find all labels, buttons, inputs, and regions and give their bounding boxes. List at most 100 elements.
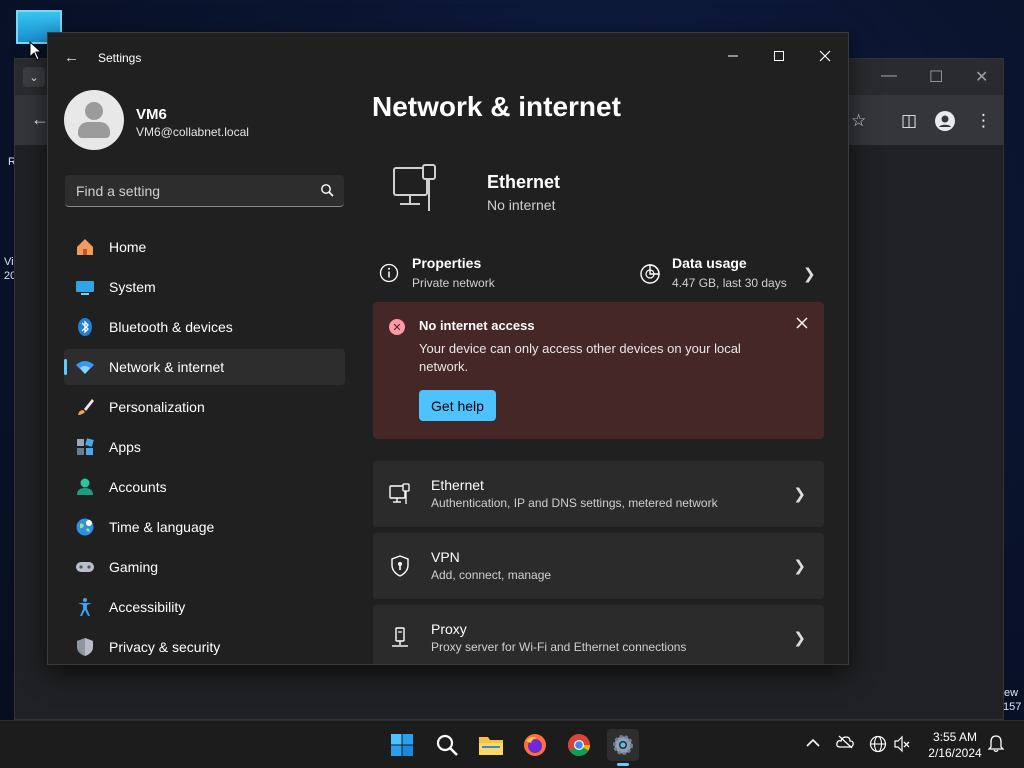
- info-icon: [379, 263, 399, 283]
- sidebar-item-accessibility[interactable]: Accessibility: [64, 589, 345, 625]
- page-title: Network & internet: [372, 91, 621, 122]
- ethernet-settings-card[interactable]: Ethernet Authentication, IP and DNS sett…: [373, 461, 824, 527]
- network-globe-icon[interactable]: [869, 735, 887, 756]
- system-icon: [75, 277, 95, 297]
- chevron-right-icon: ❯: [793, 486, 806, 503]
- accessibility-icon: [75, 597, 95, 617]
- avatar[interactable]: [64, 90, 124, 150]
- star-icon[interactable]: ☆: [851, 111, 866, 131]
- sidebar-item-label: System: [109, 279, 156, 295]
- search-icon: [321, 184, 334, 197]
- window-title: Settings: [98, 51, 142, 65]
- folder-icon: [479, 737, 503, 755]
- maximize-button[interactable]: [756, 41, 802, 71]
- sidebar-item-label: Bluetooth & devices: [109, 319, 233, 335]
- search-icon: [436, 734, 458, 756]
- clock-date: 2/16/2024: [928, 746, 982, 760]
- ethernet-icon: [389, 483, 410, 504]
- data-usage-link[interactable]: Data usage 4.47 GB, last 30 days ❯: [639, 255, 819, 295]
- chevron-right-icon: ❯: [803, 266, 816, 283]
- mouse-cursor-icon: [29, 41, 43, 61]
- minimize-button[interactable]: [710, 41, 756, 71]
- minimize-icon[interactable]: —: [881, 67, 897, 85]
- gear-icon: [613, 735, 633, 755]
- card-title: VPN: [431, 549, 460, 565]
- firefox-icon: [524, 734, 546, 756]
- sidebar-item-personalization[interactable]: Personalization: [64, 389, 345, 425]
- home-icon: [75, 237, 95, 257]
- card-title: Ethernet: [431, 477, 484, 493]
- close-button[interactable]: [802, 41, 848, 71]
- chrome-button[interactable]: [563, 729, 595, 761]
- vpn-shield-icon: [391, 555, 409, 577]
- firefox-button[interactable]: [519, 729, 551, 761]
- apps-icon: [75, 437, 95, 457]
- proxy-settings-card[interactable]: Proxy Proxy server for Wi-Fi and Etherne…: [373, 605, 824, 664]
- sidebar-item-label: Privacy & security: [109, 639, 221, 655]
- accounts-icon: [75, 477, 95, 497]
- brush-icon: [75, 397, 95, 417]
- taskbar: 3:55 AM 2/16/2024: [0, 720, 1024, 768]
- sidebar-item-label: Apps: [109, 439, 141, 455]
- profile-name: VM6: [136, 106, 167, 123]
- card-title: Proxy: [431, 621, 467, 637]
- sidebar-item-gaming[interactable]: Gaming: [64, 549, 345, 585]
- sidebar-item-label: Accounts: [109, 479, 167, 495]
- card-subtitle: Proxy server for Wi-Fi and Ethernet conn…: [431, 640, 687, 654]
- card-subtitle: Add, connect, manage: [431, 568, 552, 582]
- search-button[interactable]: [431, 729, 463, 761]
- proxy-icon: [392, 627, 408, 647]
- gamepad-icon: [75, 557, 95, 577]
- chrome-icon: [568, 734, 590, 756]
- alert-text: Your device can only access other device…: [419, 341, 741, 374]
- chevron-down-icon[interactable]: ⌄: [23, 67, 45, 87]
- settings-app-button[interactable]: [607, 729, 639, 766]
- sidebar-item-label: Personalization: [109, 399, 205, 415]
- chevron-right-icon: ❯: [793, 630, 806, 647]
- shield-icon: [75, 637, 95, 657]
- sidebar-item-system[interactable]: System: [64, 269, 345, 305]
- card-subtitle: Authentication, IP and DNS settings, met…: [431, 496, 718, 510]
- pie-chart-icon: [640, 264, 660, 284]
- back-arrow-icon[interactable]: ←: [64, 49, 79, 66]
- start-button[interactable]: [386, 729, 418, 761]
- ethernet-icon: [393, 164, 436, 211]
- search-placeholder: Find a setting: [76, 183, 161, 199]
- sidebar-item-bluetooth[interactable]: Bluetooth & devices: [64, 309, 345, 345]
- sidebar-item-time-language[interactable]: Time & language: [64, 509, 345, 545]
- properties-sub: Private network: [412, 276, 495, 290]
- windows-logo-icon: [391, 734, 413, 756]
- no-internet-alert: ✕ No internet access Your device can onl…: [373, 302, 824, 439]
- close-icon[interactable]: ✕: [975, 67, 988, 87]
- sidebar-item-apps[interactable]: Apps: [64, 429, 345, 465]
- sidebar-item-home[interactable]: Home: [64, 229, 345, 265]
- clock[interactable]: 3:55 AM 2/16/2024: [918, 729, 992, 761]
- close-icon[interactable]: [796, 316, 808, 334]
- maximize-icon[interactable]: ☐: [929, 67, 943, 87]
- sidebar-item-label: Accessibility: [109, 599, 186, 615]
- profile-icon[interactable]: [935, 111, 955, 136]
- data-usage-sub: 4.47 GB, last 30 days: [672, 276, 787, 290]
- desktop-text: 157: [1003, 701, 1022, 713]
- title-bar[interactable]: ← Settings: [48, 33, 848, 81]
- wifi-icon: [75, 357, 95, 377]
- globe-icon: [75, 517, 95, 537]
- desktop-text: ew: [1004, 687, 1019, 699]
- notification-bell-icon[interactable]: [987, 735, 1005, 756]
- sidebar-item-privacy[interactable]: Privacy & security: [64, 629, 345, 664]
- sidebar-item-accounts[interactable]: Accounts: [64, 469, 345, 505]
- volume-muted-icon[interactable]: [893, 735, 911, 756]
- vpn-settings-card[interactable]: VPN Add, connect, manage ❯: [373, 533, 824, 599]
- more-menu-icon[interactable]: ⋮: [975, 111, 992, 131]
- settings-window[interactable]: ← Settings VM6 VM6@collabnet.local Find …: [47, 32, 849, 665]
- desktop-text: Vi: [4, 256, 14, 268]
- chevron-up-icon[interactable]: [806, 735, 820, 751]
- sidebar-item-label: Home: [109, 239, 147, 255]
- file-explorer-button[interactable]: [475, 729, 507, 761]
- sidebar-item-network[interactable]: Network & internet: [64, 349, 345, 385]
- side-panel-icon[interactable]: ◫: [901, 111, 917, 131]
- get-help-button[interactable]: Get help: [419, 390, 496, 421]
- error-icon: ✕: [389, 319, 405, 335]
- onedrive-icon[interactable]: [836, 735, 854, 752]
- search-input[interactable]: Find a setting: [65, 175, 344, 207]
